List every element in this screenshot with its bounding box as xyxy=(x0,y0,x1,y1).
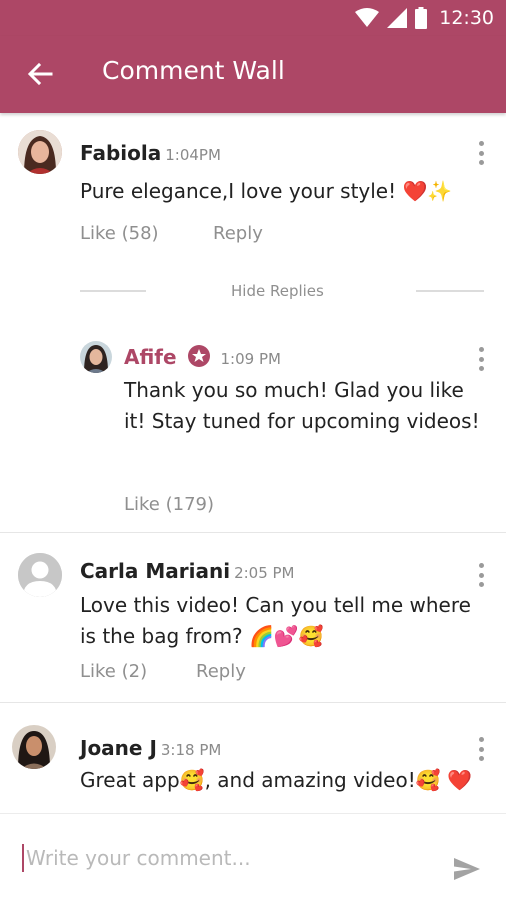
page-title: Comment Wall xyxy=(102,56,285,85)
separator-left xyxy=(80,290,146,292)
reply-time: 1:09 PM xyxy=(220,350,281,368)
back-button[interactable] xyxy=(22,56,58,92)
avatar xyxy=(18,553,62,597)
send-icon[interactable] xyxy=(452,854,482,884)
battery-icon xyxy=(415,7,428,29)
verified-badge-icon xyxy=(187,345,210,367)
like-button[interactable]: Like (179) xyxy=(124,494,214,515)
avatar xyxy=(18,130,62,174)
status-time: 12:30 xyxy=(439,7,494,29)
more-options-icon[interactable] xyxy=(477,347,485,371)
comment-item: Joane J 3:18 PM Great app🥰, and amazing v… xyxy=(0,703,506,813)
comment-item: Carla Mariani 2:05 PM Love this video! Ca… xyxy=(0,533,506,703)
wifi-icon xyxy=(355,8,380,27)
separator-right xyxy=(416,290,484,292)
more-options-icon[interactable] xyxy=(477,563,485,587)
comment-text: Pure elegance,I love your style! ❤️✨ xyxy=(80,179,453,203)
avatar xyxy=(80,341,112,373)
comment-time: 2:05 PM xyxy=(234,564,295,582)
comment-text: Great app🥰, and amazing video!🥰 ❤️ xyxy=(80,768,472,792)
more-options-icon[interactable] xyxy=(477,141,485,165)
reply-author[interactable]: Afife 1:09 PM xyxy=(124,345,281,369)
app-bar: Comment Wall xyxy=(0,36,506,113)
reply-button[interactable]: Reply xyxy=(196,661,246,682)
arrow-back-icon xyxy=(27,62,53,86)
like-button[interactable]: Like (58) xyxy=(80,223,159,244)
reply-item: Afife 1:09 PM Thank you so much! Glad yo… xyxy=(0,333,506,533)
reply-button[interactable]: Reply xyxy=(213,223,263,244)
signal-icon xyxy=(387,8,408,28)
comment-composer xyxy=(0,813,506,900)
comment-text: Love this video! Can you tell me where i… xyxy=(80,593,471,648)
comment-input[interactable] xyxy=(22,840,422,876)
reply-text: Thank you so much! Glad you like it! Sta… xyxy=(124,378,480,433)
comment-feed[interactable]: Fabiola 1:04PM Pure elegance,I love your … xyxy=(0,113,506,813)
like-button[interactable]: Like (2) xyxy=(80,661,147,682)
status-bar: 12:30 xyxy=(0,0,506,36)
comment-author[interactable]: Carla Mariani 2:05 PM xyxy=(80,559,295,583)
comment-author[interactable]: Joane J 3:18 PM xyxy=(80,736,221,760)
comment-author[interactable]: Fabiola 1:04PM xyxy=(80,141,221,165)
comment-time: 1:04PM xyxy=(165,146,221,164)
avatar xyxy=(12,725,56,769)
status-icons: 12:30 xyxy=(355,5,494,31)
more-options-icon[interactable] xyxy=(477,737,485,761)
comment-time: 3:18 PM xyxy=(160,741,222,759)
hide-replies-button[interactable]: Hide Replies xyxy=(231,282,324,300)
